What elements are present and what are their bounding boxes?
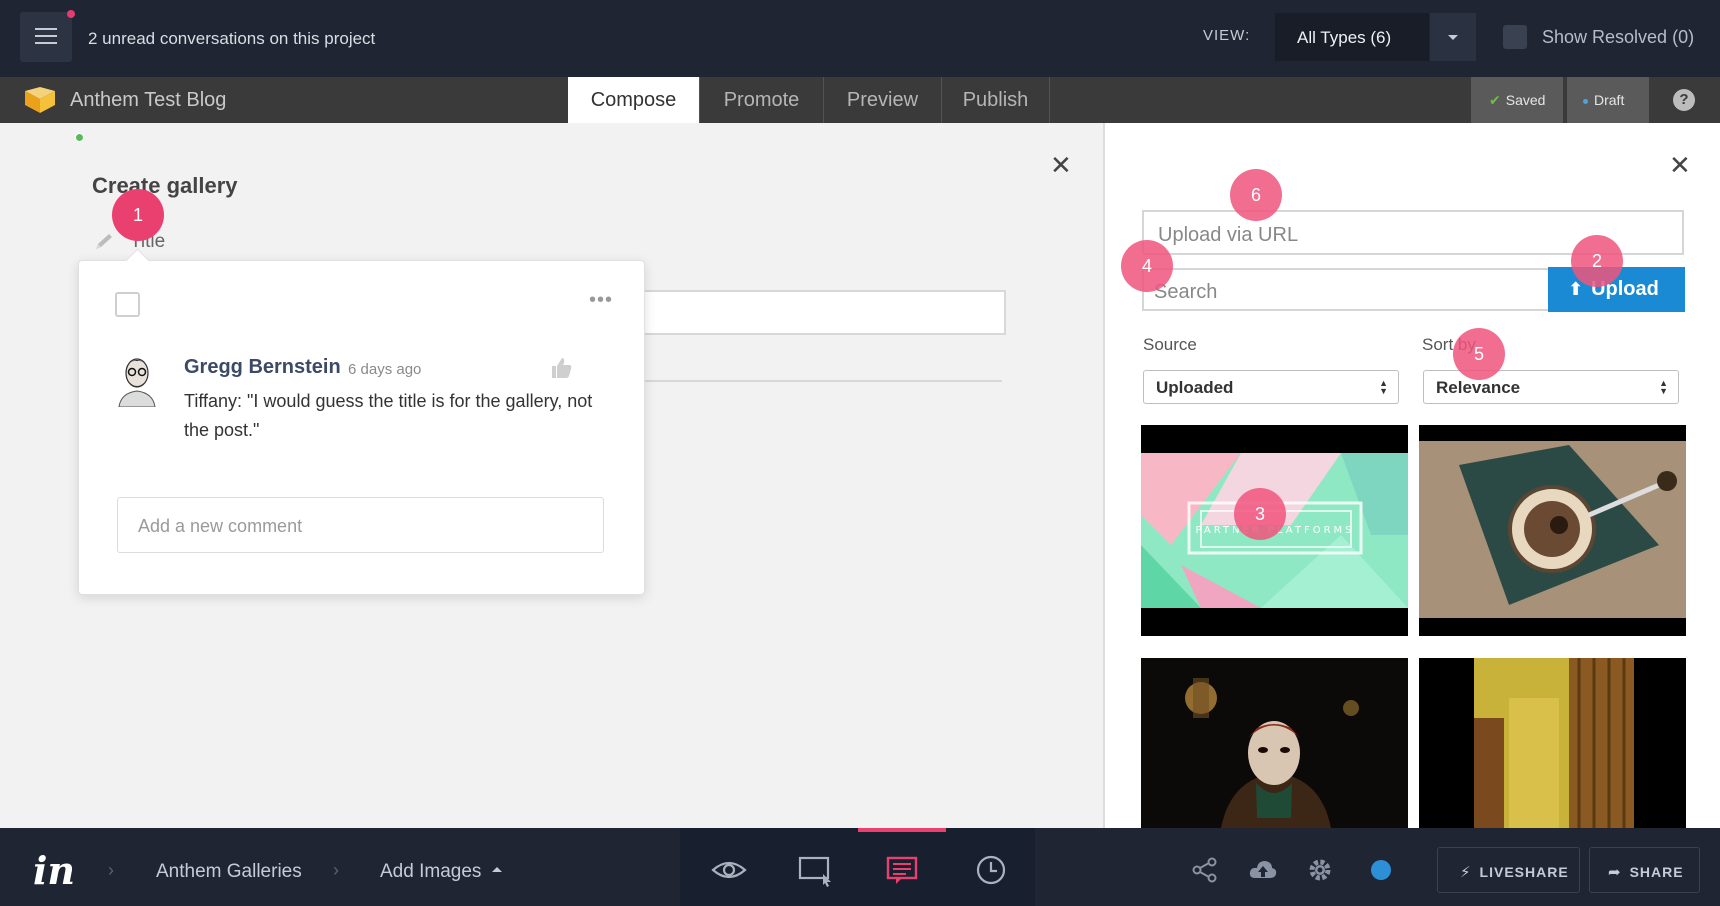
menu-icon-line (35, 35, 57, 37)
comment-text: Tiffany: "I would guess the title is for… (184, 391, 593, 440)
saved-button[interactable]: ✔ Saved (1471, 77, 1563, 123)
source-label: Source (1143, 335, 1197, 354)
select-arrows-icon: ▲ ▼ (1379, 378, 1388, 396)
select-arrows-icon: ▲ ▼ (1659, 378, 1668, 396)
notification-dot (67, 10, 75, 18)
tab-preview[interactable]: Preview (824, 77, 942, 123)
help-icon[interactable]: ? (1673, 89, 1695, 111)
cloud-icon[interactable] (1249, 856, 1277, 884)
view-label: VIEW: (1203, 27, 1251, 44)
draft-button[interactable]: Draft (1567, 77, 1649, 123)
screen-cursor-icon[interactable] (796, 850, 836, 890)
hotspot-3[interactable]: 3 (1234, 488, 1286, 540)
divider (640, 380, 1002, 382)
sort-value: Relevance (1436, 378, 1521, 397)
share-arrow-icon: ➦ (1608, 864, 1622, 881)
share-label: SHARE (1629, 864, 1684, 880)
breadcrumb-screen[interactable]: Add Images (380, 861, 481, 883)
source-select[interactable]: Uploaded ▲ ▼ (1143, 370, 1399, 404)
history-icon[interactable] (971, 850, 1011, 890)
thumbs-up-icon[interactable] (549, 356, 573, 380)
tab-compose[interactable]: Compose (568, 77, 700, 123)
caret-down-icon[interactable] (1430, 13, 1476, 61)
caret-up-icon[interactable] (492, 867, 502, 872)
blog-name[interactable]: Anthem Test Blog (70, 89, 226, 112)
show-resolved-checkbox[interactable] (1503, 25, 1527, 49)
menu-button[interactable] (20, 12, 72, 62)
resolve-checkbox[interactable] (115, 292, 140, 317)
liveshare-button[interactable]: ⚡ LIVESHARE (1437, 847, 1580, 893)
avatar (113, 351, 161, 407)
more-options-icon[interactable]: ••• (589, 289, 613, 312)
comment-timestamp: 6 days ago (348, 361, 422, 378)
close-icon[interactable]: ✕ (1669, 150, 1691, 181)
chevron-right-icon: › (333, 860, 339, 880)
image-thumbnail[interactable] (1419, 658, 1686, 828)
chevron-right-icon: › (108, 860, 114, 880)
thumbnail-coffee-grinder (1419, 425, 1686, 636)
thumbnail-yellow-hallway (1419, 658, 1686, 828)
search-input[interactable]: Search (1142, 268, 1550, 311)
page-title: Create gallery (92, 173, 238, 198)
invision-logo[interactable]: in (33, 848, 75, 893)
draft-label: Draft (1594, 92, 1625, 108)
comment-author[interactable]: Gregg Bernstein (184, 356, 341, 379)
hotspot-4[interactable]: 4 (1121, 240, 1173, 292)
gear-icon[interactable] (1306, 856, 1334, 884)
user-status-avatar[interactable] (1371, 860, 1391, 880)
source-value: Uploaded (1156, 378, 1234, 397)
saved-label: Saved (1505, 92, 1546, 108)
active-mode-indicator (858, 828, 946, 832)
share-nodes-icon[interactable] (1191, 856, 1219, 884)
check-icon: ✔ (1489, 92, 1501, 108)
show-resolved-label[interactable]: Show Resolved (0) (1542, 27, 1694, 48)
menu-icon (35, 28, 57, 30)
online-status-dot (75, 133, 84, 142)
thumbnail-masked-figure (1141, 658, 1408, 828)
tab-promote[interactable]: Promote (700, 77, 824, 123)
sort-select[interactable]: Relevance ▲ ▼ (1423, 370, 1679, 404)
upload-arrow-icon: ⬆ (1568, 279, 1584, 299)
hotspot-6[interactable]: 6 (1230, 169, 1282, 221)
unread-conversations-text[interactable]: 2 unread conversations on this project (88, 29, 375, 49)
hotspot-2[interactable]: 2 (1571, 235, 1623, 287)
tab-publish[interactable]: Publish (942, 77, 1050, 123)
image-thumbnail[interactable] (1419, 425, 1686, 636)
pencil-icon (96, 234, 112, 249)
comment-popover: ••• Gregg Bernstein 6 days ago Tiffany: … (78, 260, 645, 595)
hotspot-1[interactable]: 1 (112, 189, 164, 241)
anthem-logo (25, 87, 55, 113)
view-type-select[interactable]: All Types (6) (1275, 13, 1429, 61)
liveshare-label: LIVESHARE (1479, 864, 1569, 880)
menu-icon-line (35, 42, 57, 44)
hotspot-5[interactable]: 5 (1453, 328, 1505, 380)
image-thumbnail[interactable] (1141, 658, 1408, 828)
title-input[interactable] (640, 290, 1006, 335)
comment-icon[interactable] (882, 850, 922, 890)
breadcrumb-project[interactable]: Anthem Galleries (156, 861, 302, 883)
lightning-icon: ⚡ (1460, 864, 1472, 881)
eye-icon[interactable] (709, 850, 749, 890)
close-icon[interactable]: ✕ (1050, 150, 1072, 181)
new-comment-input[interactable]: Add a new comment (117, 497, 604, 553)
draft-dot (1583, 98, 1588, 104)
share-button[interactable]: ➦ SHARE (1589, 847, 1700, 893)
